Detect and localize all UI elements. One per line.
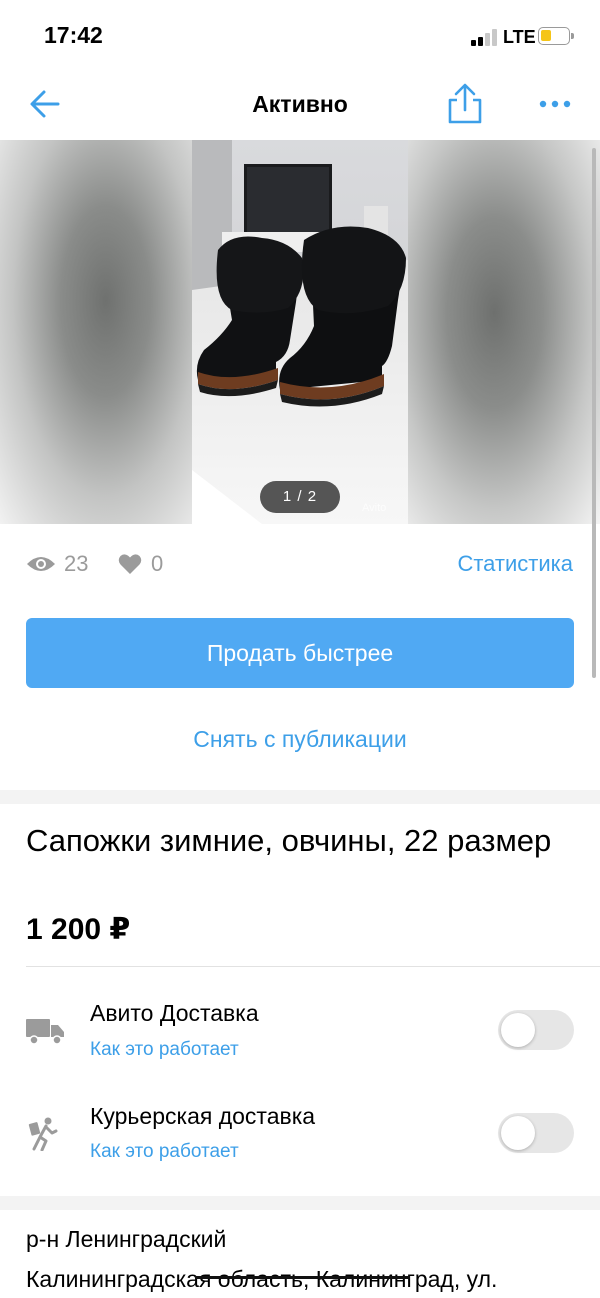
gallery-blur-right bbox=[408, 140, 600, 524]
courier-icon bbox=[26, 1117, 64, 1152]
truck-icon bbox=[26, 1016, 64, 1046]
photo-counter: 1 / 2 bbox=[260, 481, 340, 513]
delivery-title: Курьерская доставка bbox=[90, 1103, 316, 1129]
listing-price: 1 200 ₽ bbox=[26, 913, 131, 946]
signal-icon bbox=[471, 28, 499, 46]
more-dots-icon[interactable] bbox=[538, 92, 572, 116]
delivery-title: Авито Доставка bbox=[90, 1000, 259, 1026]
section-divider bbox=[0, 1196, 600, 1210]
page-title: Активно bbox=[252, 91, 348, 117]
eye-icon bbox=[26, 554, 56, 574]
unpublish-link[interactable]: Снять с публикации bbox=[0, 726, 600, 753]
avito-watermark: Avito bbox=[362, 502, 387, 514]
statistics-link[interactable]: Статистика bbox=[457, 551, 573, 577]
listing-title: Сапожки зимние, овчины, 22 размер bbox=[26, 823, 552, 858]
sell-faster-button[interactable]: Продать быстрее bbox=[26, 618, 574, 688]
how-it-works-link[interactable]: Как это работает bbox=[90, 1039, 239, 1061]
share-icon[interactable] bbox=[445, 82, 485, 126]
status-bar: 17:42 LTE bbox=[0, 0, 600, 72]
listing-photo[interactable] bbox=[192, 140, 408, 524]
network-type: LTE bbox=[503, 27, 536, 47]
photo-gallery[interactable]: 1 / 2 Avito bbox=[0, 140, 600, 524]
avito-delivery-toggle[interactable] bbox=[498, 1010, 574, 1050]
nav-bar: Активно bbox=[0, 72, 600, 140]
divider-line bbox=[26, 966, 600, 967]
courier-delivery-toggle[interactable] bbox=[498, 1113, 574, 1153]
gallery-blur-left bbox=[0, 140, 192, 524]
status-time: 17:42 bbox=[44, 22, 103, 48]
address-line: Калининградская область, Калининград, ул… bbox=[26, 1266, 498, 1292]
scrollbar[interactable] bbox=[592, 148, 596, 678]
stats-row: 23 0 Статистика bbox=[0, 540, 600, 588]
views-count: 23 bbox=[64, 551, 89, 576]
redaction-line bbox=[195, 1276, 410, 1279]
battery-icon bbox=[538, 27, 574, 45]
delivery-option-avito: Авито Доставка Как это работает bbox=[0, 990, 600, 1070]
address-district: р-н Ленинградский bbox=[26, 1226, 227, 1252]
heart-icon bbox=[118, 553, 142, 575]
likes-count: 0 bbox=[151, 551, 164, 576]
section-divider bbox=[0, 790, 600, 804]
delivery-option-courier: Курьерская доставка Как это работает bbox=[0, 1093, 600, 1173]
how-it-works-link[interactable]: Как это работает bbox=[90, 1141, 239, 1163]
